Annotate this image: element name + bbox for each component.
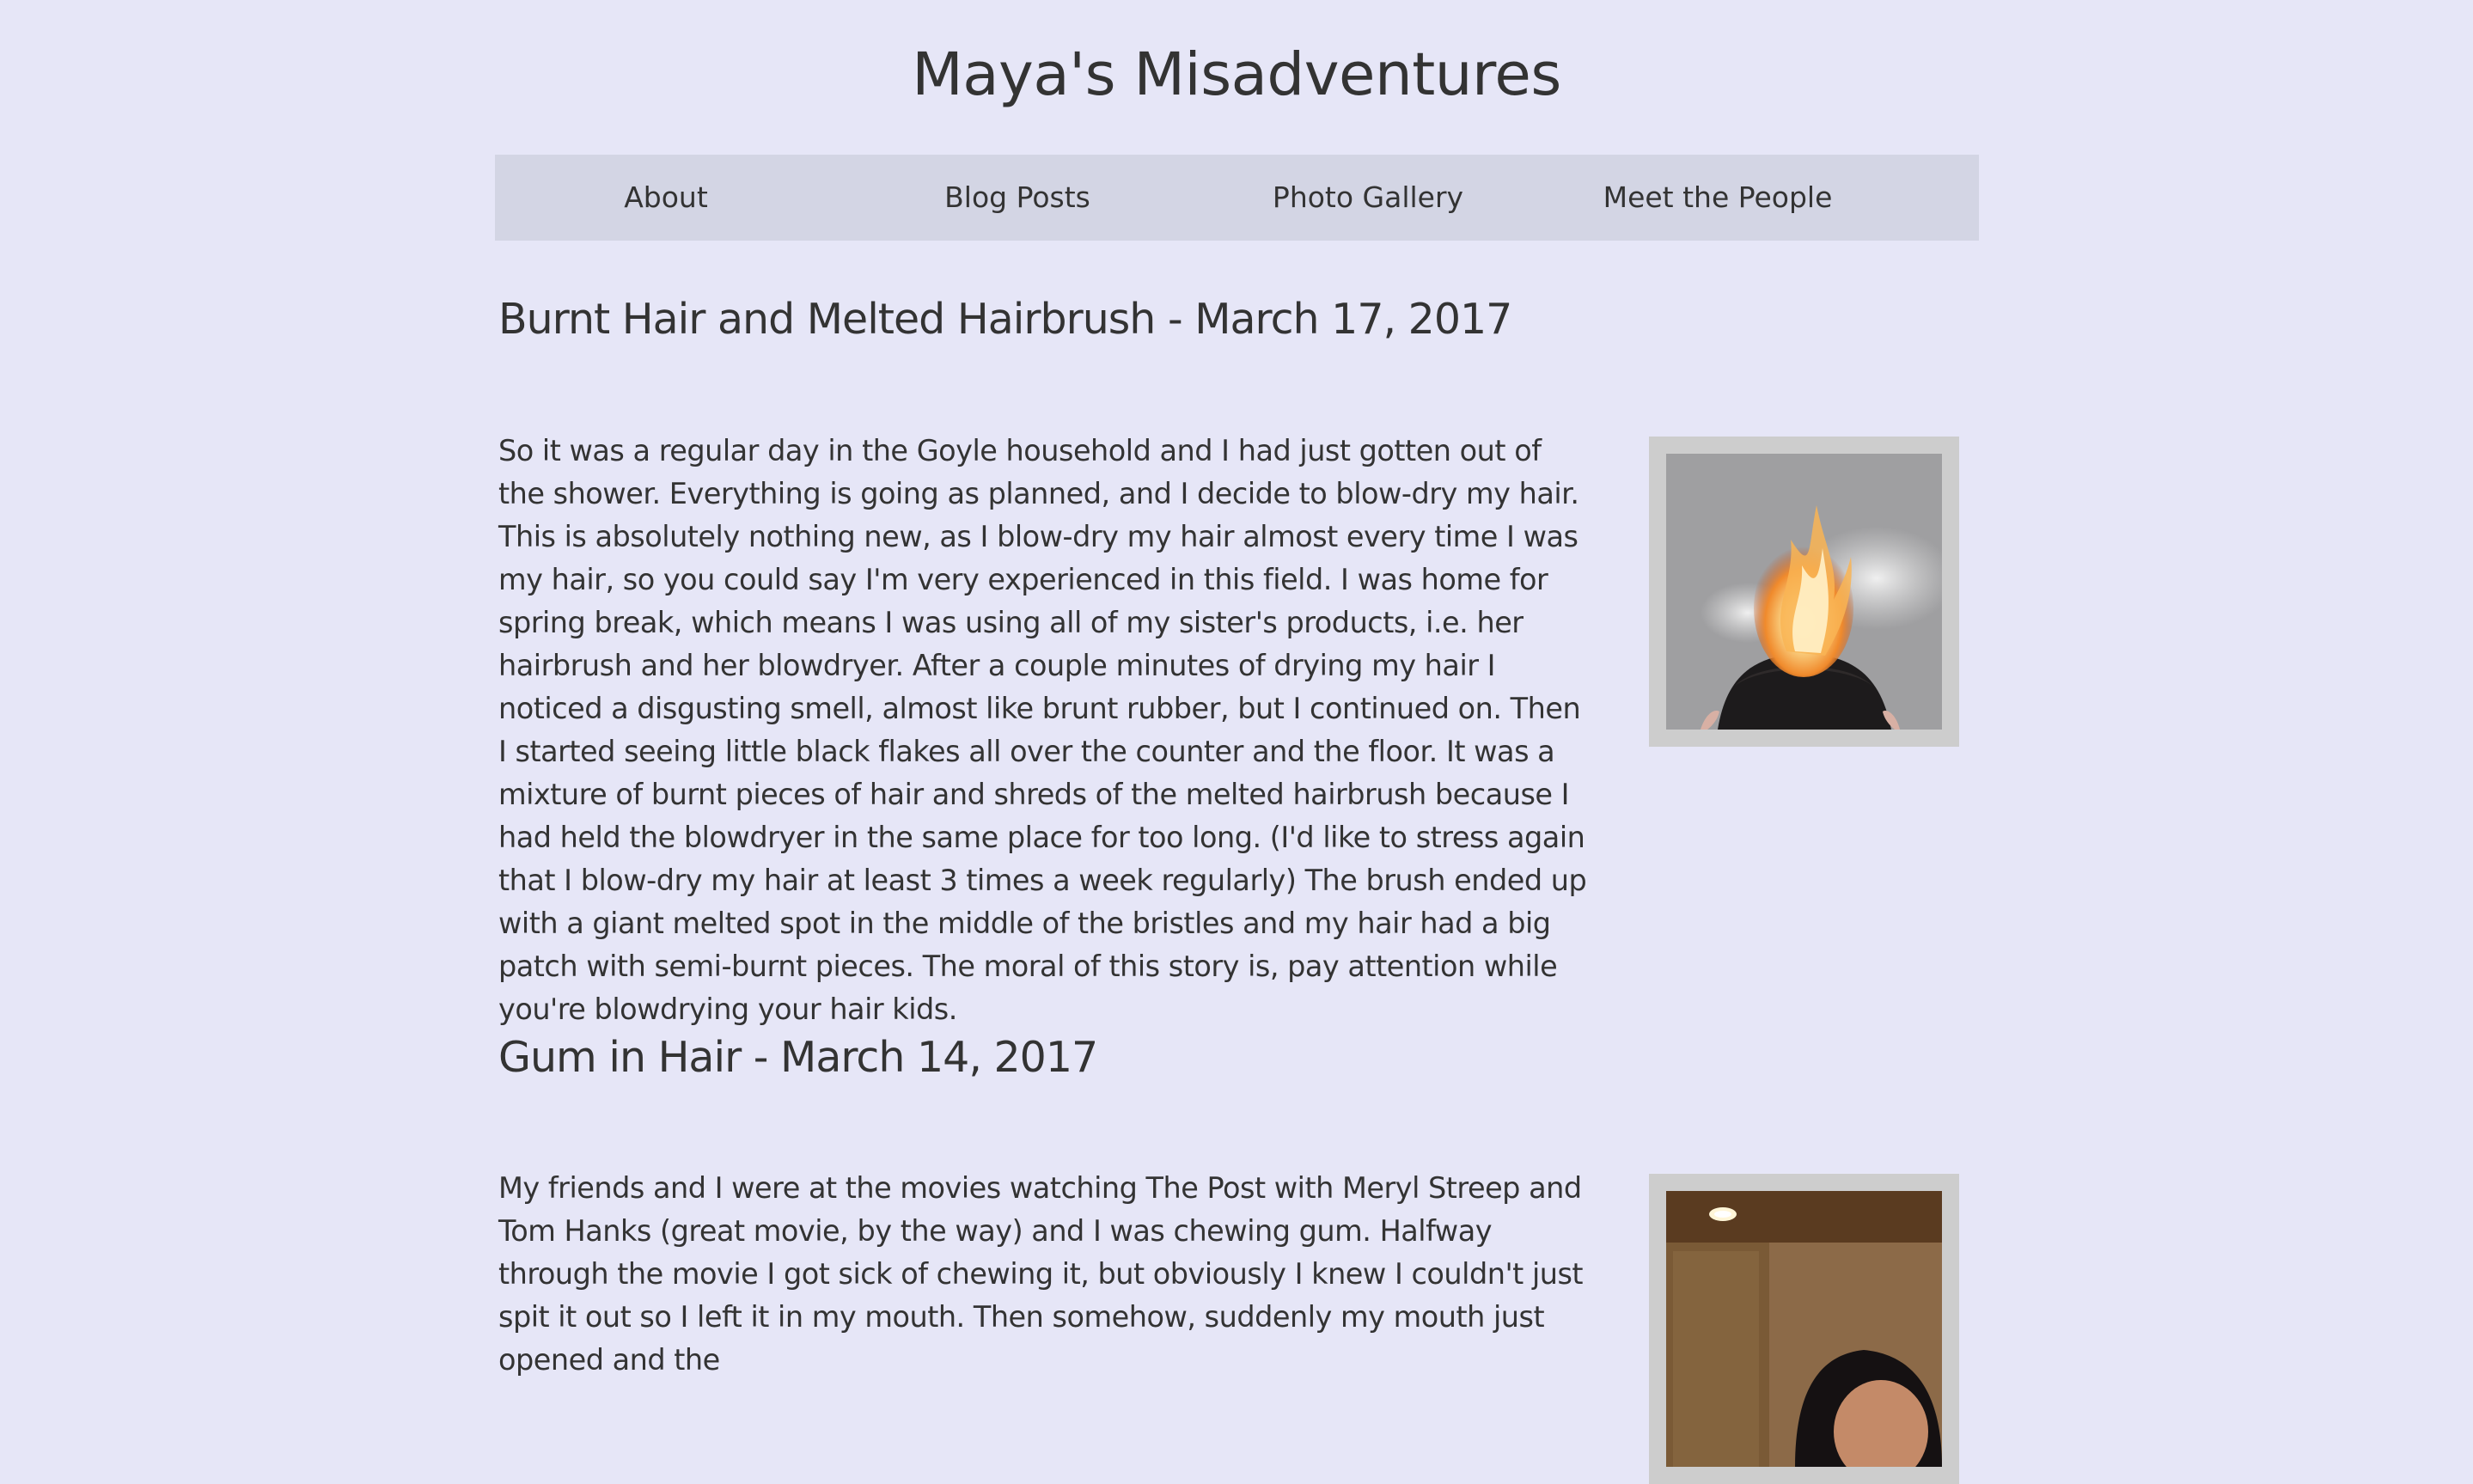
selfie-photo: [1666, 1191, 1942, 1467]
site-title: Maya's Misadventures: [912, 40, 1561, 109]
post-title: Gum in Hair - March 14, 2017: [498, 1033, 1098, 1082]
nav-photo-gallery-link[interactable]: Photo Gallery: [1273, 155, 1463, 241]
nav-meet-the-people-link[interactable]: Meet the People: [1603, 155, 1833, 241]
main-nav: About Blog Posts Photo Gallery Meet the …: [495, 155, 1979, 241]
post-body: So it was a regular day in the Goyle hou…: [498, 434, 1587, 1026]
nav-blog-posts-link[interactable]: Blog Posts: [944, 155, 1090, 241]
burning-hair-photo: [1666, 454, 1942, 730]
nav-about-link[interactable]: About: [624, 155, 708, 241]
post-photo-frame: [1649, 1174, 1959, 1484]
post-title: Burnt Hair and Melted Hairbrush - March …: [498, 295, 1512, 344]
post-body: My friends and I were at the movies watc…: [498, 1171, 1584, 1377]
post-photo-frame: [1649, 437, 1959, 747]
